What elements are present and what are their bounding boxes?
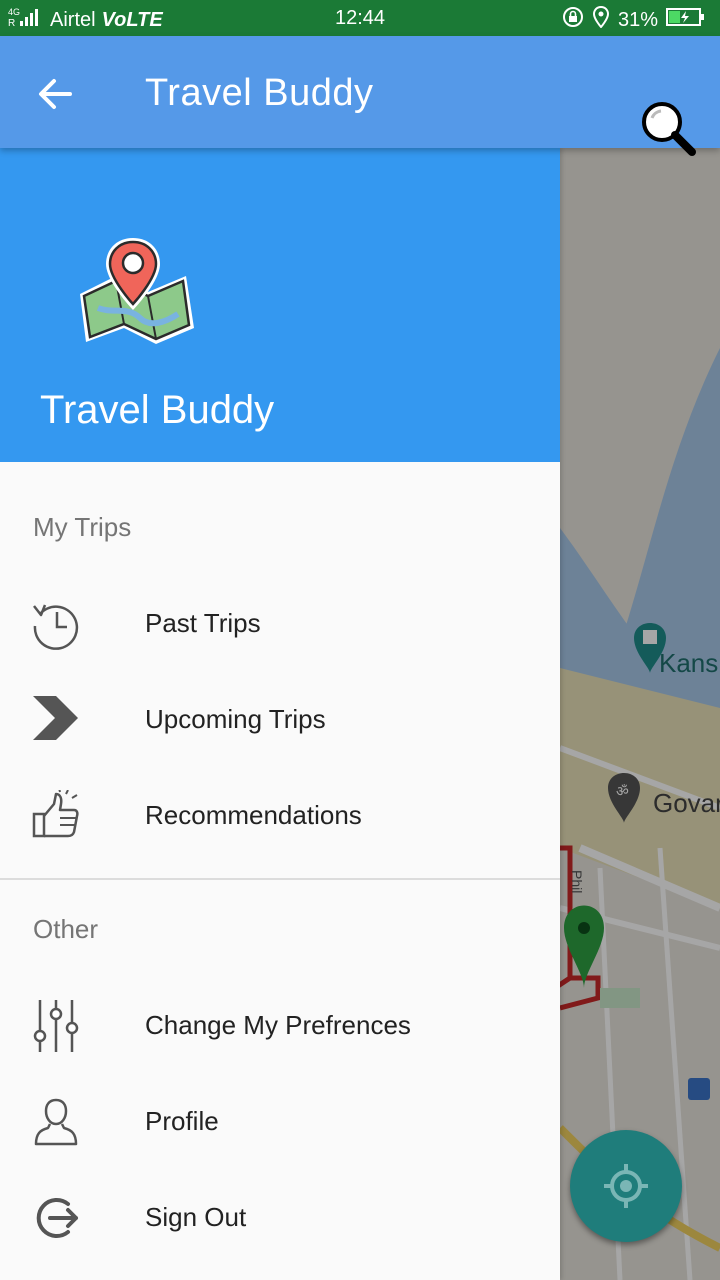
my-location-button[interactable] [570,1130,682,1242]
menu-item-recommendations[interactable]: Recommendations [0,770,560,860]
gps-icon [604,1164,648,1208]
app-bar: Travel Buddy [0,36,720,156]
navigation-drawer: Travel Buddy My Trips Past Trips Upcomin… [0,148,560,1280]
history-icon [30,598,82,650]
map-view[interactable]: ॐ Kans Govar Phil [560,148,720,1280]
section-title-my-trips: My Trips [33,512,132,542]
chevron-right-icon [30,694,82,746]
person-icon [30,1096,82,1148]
thumbs-up-icon [30,787,82,842]
location-status-icon [592,5,610,34]
lock-rotation-icon [562,6,584,34]
menu-item-label: Past Trips [145,608,261,638]
status-bar: 4G R Airtel VoLTE 12:44 31% [0,0,720,36]
status-right: 31% [562,5,706,34]
menu-item-past-trips[interactable]: Past Trips [0,578,560,668]
app-bar-title: Travel Buddy [145,72,374,114]
drawer-header: Travel Buddy [0,148,560,462]
menu-item-label: Profile [145,1106,219,1136]
sign-out-icon [30,1192,82,1244]
menu-item-label: Upcoming Trips [145,704,326,734]
drawer-app-name: Travel Buddy [40,388,275,432]
menu-item-label: Sign Out [145,1202,247,1232]
map-pin-logo-icon [68,236,198,356]
section-divider [0,878,560,880]
menu-item-label: Change My Prefrences [145,1010,411,1040]
drawer-scrim[interactable] [560,148,720,1280]
sliders-icon [30,1000,82,1052]
menu-item-label: Recommendations [145,800,362,830]
battery-percent: 31% [617,8,658,31]
menu-item-change-preferences[interactable]: Change My Prefrences [0,980,560,1070]
arrow-back-icon[interactable] [34,72,78,116]
menu-item-upcoming-trips[interactable]: Upcoming Trips [0,674,560,764]
section-title-other: Other [33,914,99,944]
battery-icon [666,7,706,33]
search-icon[interactable] [638,98,698,158]
menu-item-sign-out[interactable]: Sign Out [0,1172,560,1262]
menu-item-profile[interactable]: Profile [0,1076,560,1166]
